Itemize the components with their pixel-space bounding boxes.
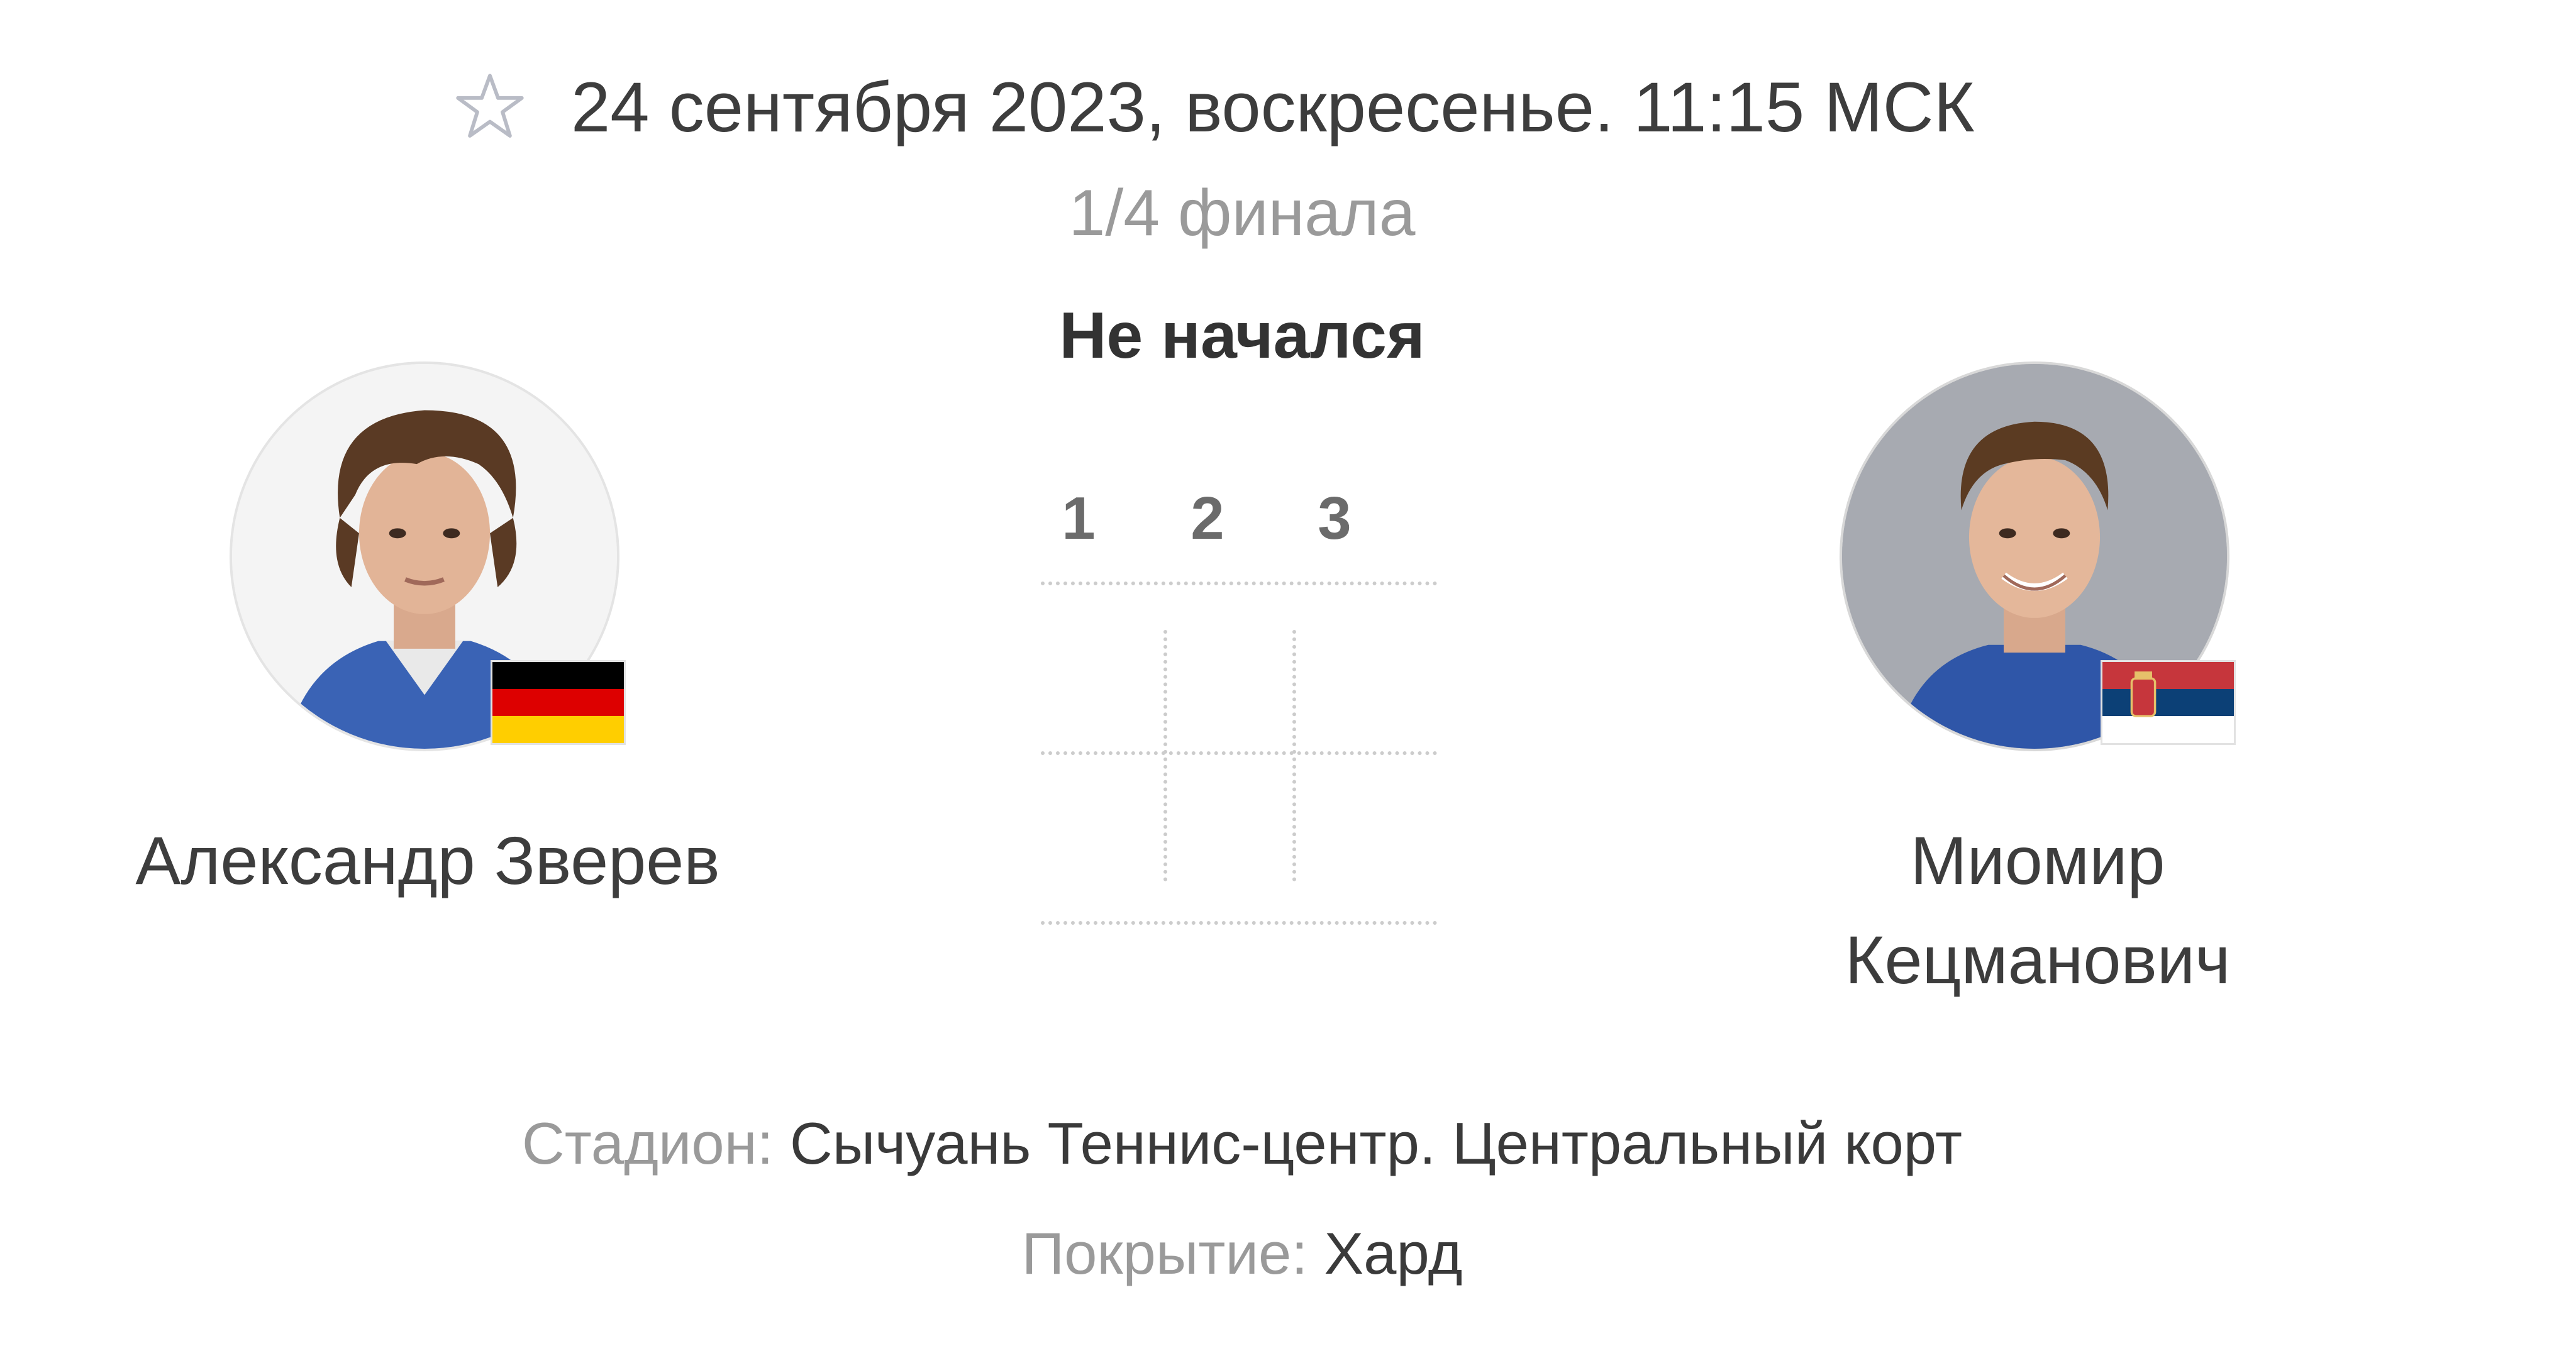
player-right-avatar-wrap [1840,361,2236,758]
surface-label: Покрытие: [1021,1220,1308,1286]
match-card: 24 сентября 2023, воскресенье. 11:15 МСК… [0,0,2576,1346]
match-date-row: 24 сентября 2023, воскресенье. 11:15 МСК [453,60,1975,154]
match-date: 24 сентября 2023, воскресенье. 11:15 МСК [571,67,1975,146]
player-right[interactable]: Миомир Кецманович [1736,361,2340,1010]
stadium-value: Сычуань Теннис-центр. Центральный корт [789,1110,1963,1176]
score-grid: 1 2 3 [1041,484,1437,937]
player-right-name[interactable]: Миомир Кецманович [1736,811,2340,1010]
set-header-2: 2 [1191,485,1224,552]
player-right-name-line2: Кецманович [1845,922,2231,998]
player-left[interactable]: Александр Зверев [126,361,730,910]
serbia-flag-icon [2101,660,2236,745]
score-grid-divider [1041,582,1437,585]
score-grid-divider [1041,921,1437,925]
match-round: 1/4 финала [1069,177,1416,250]
surface-row: Покрытие: Хард [0,1220,2484,1288]
score-grid-column-divider [1292,630,1296,881]
germany-flag-icon [491,660,626,745]
score-grid-column-divider [1163,630,1167,881]
stadium-row: Стадион: Сычуань Теннис-центр. Центральн… [0,1110,2484,1178]
stadium-label: Стадион: [521,1110,774,1176]
score-grid-divider [1041,751,1437,755]
player-left-name[interactable]: Александр Зверев [126,811,730,910]
star-outline-icon[interactable] [453,70,527,144]
set-header-1: 1 [1062,485,1096,552]
player-left-avatar-wrap [230,361,626,758]
surface-value: Хард [1324,1220,1463,1286]
player-right-name-line1: Миомир [1910,822,2165,898]
set-header-3: 3 [1318,485,1352,552]
